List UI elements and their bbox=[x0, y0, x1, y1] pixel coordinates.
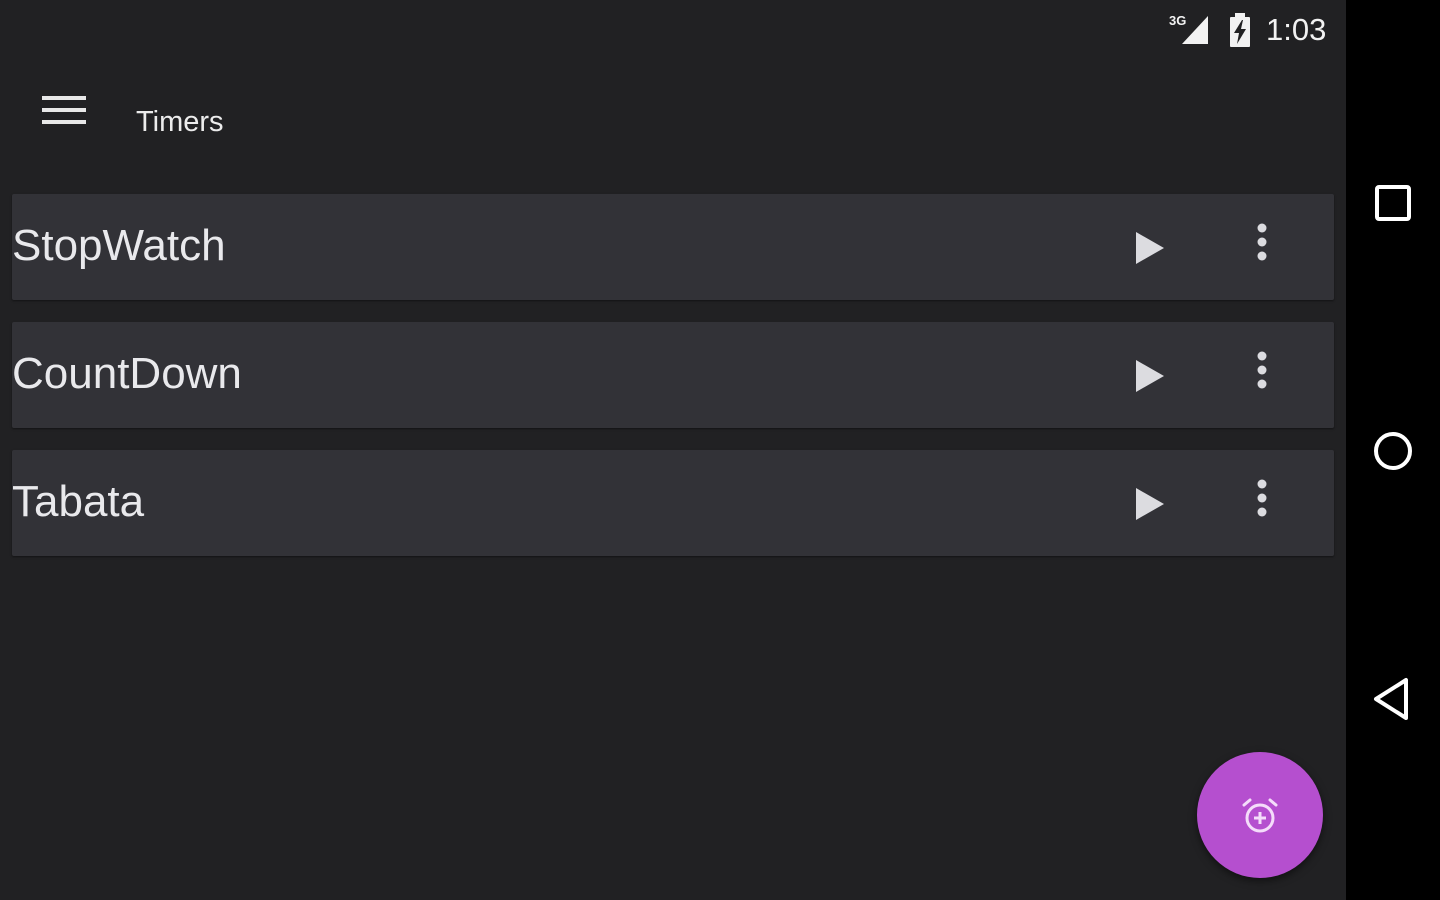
status-bar: 3G 1:03 bbox=[0, 0, 1346, 60]
timer-name: Tabata bbox=[12, 477, 145, 526]
home-circle-icon bbox=[1374, 432, 1412, 470]
add-timer-button[interactable] bbox=[1197, 752, 1323, 878]
add-alarm-icon bbox=[1242, 798, 1278, 833]
play-button[interactable] bbox=[1120, 344, 1184, 408]
play-button[interactable] bbox=[1120, 216, 1184, 280]
back-button[interactable] bbox=[1368, 674, 1418, 724]
play-icon bbox=[1136, 488, 1164, 520]
timer-name: CountDown bbox=[12, 349, 242, 398]
page-title: Timers bbox=[136, 106, 224, 138]
more-vertical-icon bbox=[1257, 351, 1267, 389]
more-vertical-icon bbox=[1257, 479, 1267, 517]
hamburger-menu-icon bbox=[42, 96, 86, 124]
back-triangle-icon bbox=[1374, 678, 1408, 720]
home-button[interactable] bbox=[1368, 426, 1418, 476]
timer-list: StopWatch CountDown Tabata bbox=[12, 194, 1334, 578]
more-vertical-icon bbox=[1257, 223, 1267, 261]
recents-button[interactable] bbox=[1368, 178, 1418, 228]
menu-button[interactable] bbox=[32, 86, 94, 140]
timer-card-stopwatch[interactable]: StopWatch bbox=[12, 194, 1334, 300]
app-screen: 3G 1:03 Timers StopWatch CountDown Tabat… bbox=[0, 0, 1346, 900]
recents-square-icon bbox=[1375, 185, 1411, 221]
more-options-button[interactable] bbox=[1234, 344, 1290, 408]
navigation-bar bbox=[1346, 0, 1440, 900]
more-options-button[interactable] bbox=[1234, 216, 1290, 280]
network-type-label: 3G bbox=[1169, 13, 1186, 28]
timer-card-countdown[interactable]: CountDown bbox=[12, 322, 1334, 428]
play-icon bbox=[1136, 360, 1164, 392]
timer-card-tabata[interactable]: Tabata bbox=[12, 450, 1334, 556]
play-button[interactable] bbox=[1120, 472, 1184, 536]
signal-icon: 3G bbox=[1169, 13, 1208, 44]
battery-charging-icon bbox=[1230, 13, 1250, 47]
status-time: 1:03 bbox=[1266, 12, 1327, 47]
app-bar: Timers bbox=[0, 60, 1346, 180]
timer-name: StopWatch bbox=[12, 221, 226, 270]
more-options-button[interactable] bbox=[1234, 472, 1290, 536]
play-icon bbox=[1136, 232, 1164, 264]
